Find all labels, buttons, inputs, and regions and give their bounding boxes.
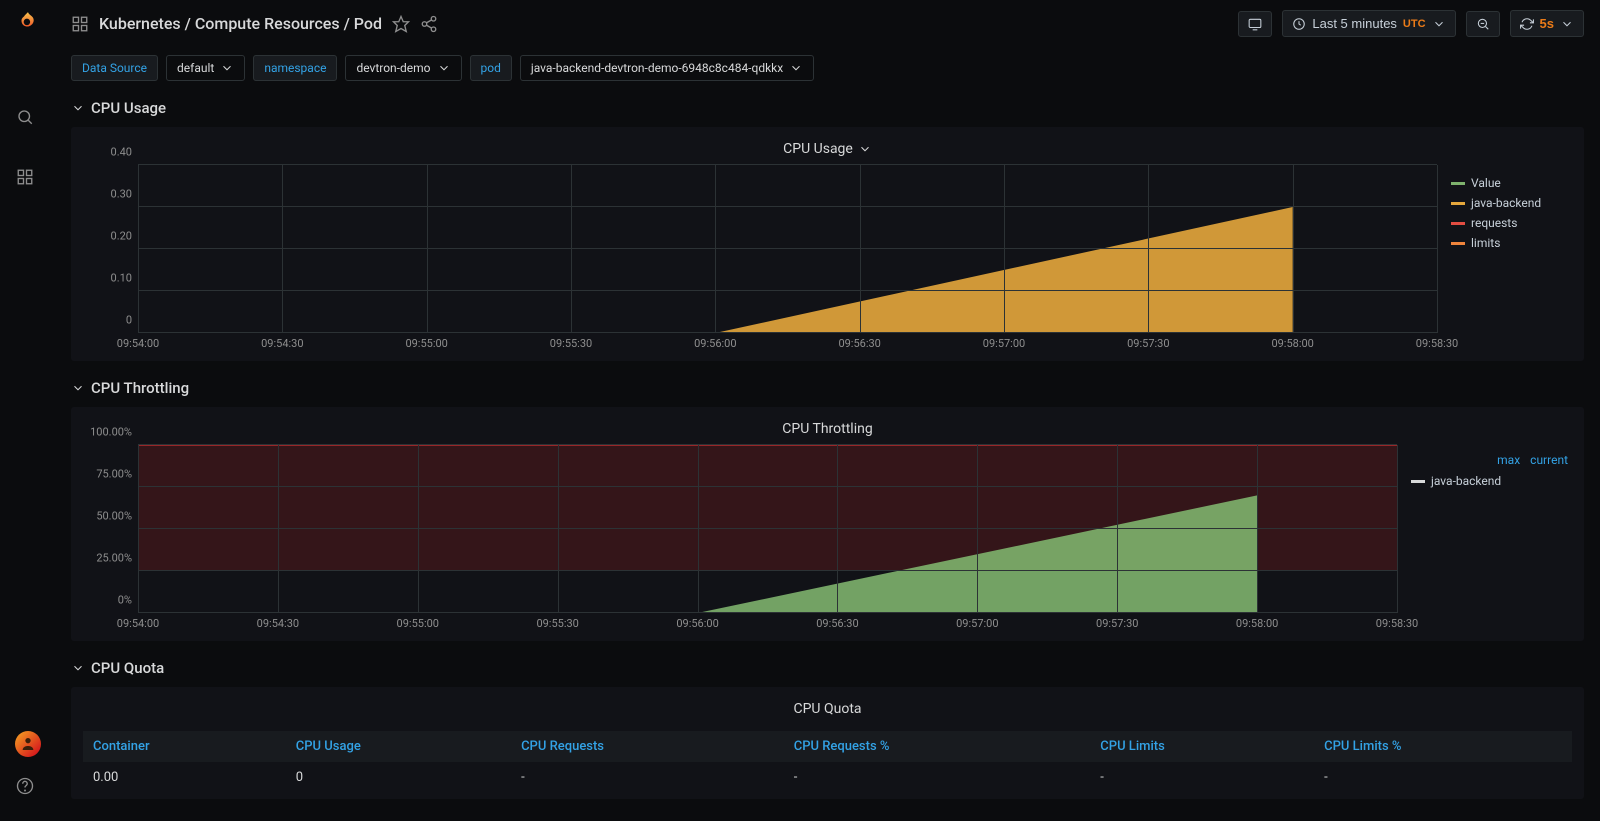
table-cpu-quota: ContainerCPU UsageCPU RequestsCPU Reques… — [83, 731, 1572, 793]
chevron-down-icon — [1560, 17, 1574, 31]
filter-label-pod: pod — [470, 55, 512, 81]
chart-cpu-usage[interactable]: 00.100.200.300.40 09:54:0009:54:3009:55:… — [83, 165, 1437, 355]
table-header[interactable]: CPU Usage — [286, 731, 511, 762]
filter-value-namespace[interactable]: devtron-demo — [345, 55, 461, 81]
panel-cpu-usage: CPU Usage 00.100.200.300.40 09:54:0009:5… — [71, 127, 1584, 361]
legend-item[interactable]: requests — [1451, 213, 1568, 233]
filter-label-namespace: namespace — [253, 55, 337, 81]
panel-title-cpu-usage[interactable]: CPU Usage — [83, 137, 1572, 165]
search-icon[interactable] — [16, 108, 40, 132]
legend-item[interactable]: Value — [1451, 173, 1568, 193]
table-header[interactable]: CPU Requests — [511, 731, 784, 762]
star-icon[interactable] — [392, 15, 410, 33]
table-row: 0.000---- — [83, 762, 1572, 793]
chevron-down-icon — [1432, 17, 1446, 31]
grafana-logo[interactable] — [15, 10, 41, 40]
legend-item[interactable]: java-backend — [1411, 471, 1568, 491]
table-header[interactable]: CPU Limits % — [1314, 731, 1572, 762]
help-icon[interactable] — [16, 777, 40, 801]
tv-mode-button[interactable] — [1238, 11, 1272, 37]
filter-label-datasource: Data Source — [71, 55, 158, 81]
chart-cpu-throttling[interactable]: 0%25.00%50.00%75.00%100.00% 09:54:0009:5… — [83, 445, 1397, 635]
row-toggle-cpu-quota[interactable]: CPU Quota — [55, 655, 1600, 687]
panel-cpu-quota: CPU Quota ContainerCPU UsageCPU Requests… — [71, 687, 1584, 799]
zoom-out-button[interactable] — [1466, 11, 1500, 37]
filter-value-pod[interactable]: java-backend-devtron-demo-6948c8c484-qdk… — [520, 55, 814, 81]
legend-item[interactable]: limits — [1451, 233, 1568, 253]
row-toggle-cpu-throttling[interactable]: CPU Throttling — [55, 375, 1600, 407]
dashboards-icon[interactable] — [16, 168, 40, 192]
avatar[interactable] — [15, 731, 41, 757]
filter-value-datasource[interactable]: default — [166, 55, 245, 81]
breadcrumb[interactable]: Kubernetes / Compute Resources / Pod — [99, 14, 382, 33]
legend-item[interactable]: java-backend — [1451, 193, 1568, 213]
table-header[interactable]: CPU Requests % — [784, 731, 1091, 762]
row-toggle-cpu-usage[interactable]: CPU Usage — [55, 95, 1600, 127]
legend-col-current[interactable]: current — [1530, 453, 1568, 467]
panel-cpu-throttling: CPU Throttling 0%25.00%50.00%75.00%100.0… — [71, 407, 1584, 641]
dashboard-icon — [71, 15, 89, 33]
time-range-button[interactable]: Last 5 minutes UTC — [1282, 10, 1455, 37]
panel-title-cpu-quota: CPU Quota — [83, 697, 1572, 725]
panel-title-cpu-throttling: CPU Throttling — [83, 417, 1572, 445]
table-header[interactable]: Container — [83, 731, 286, 762]
refresh-button[interactable]: 5s — [1510, 10, 1584, 37]
share-icon[interactable] — [420, 15, 438, 33]
table-header[interactable]: CPU Limits — [1090, 731, 1314, 762]
legend-col-max[interactable]: max — [1497, 453, 1520, 467]
